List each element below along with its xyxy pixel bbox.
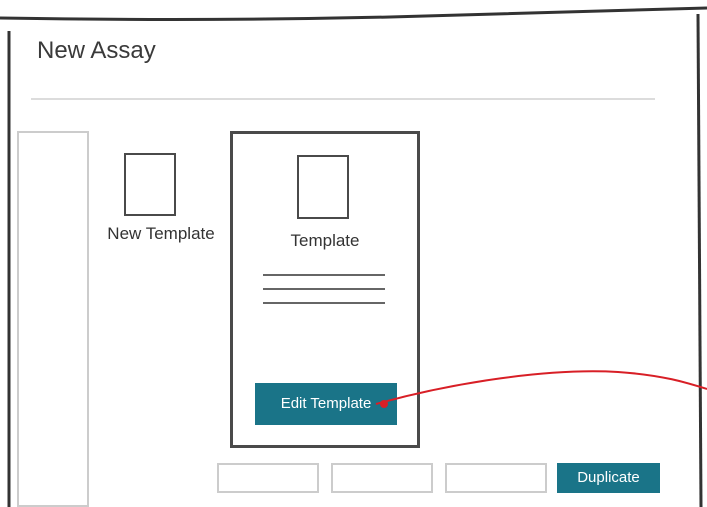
left-frame-line bbox=[6, 30, 11, 507]
document-icon bbox=[297, 155, 349, 219]
duplicate-button[interactable]: Duplicate bbox=[557, 463, 660, 493]
template-description-lines bbox=[263, 274, 385, 316]
template-line bbox=[263, 288, 385, 290]
right-frame-line bbox=[696, 13, 703, 507]
left-sidebar-panel[interactable] bbox=[17, 131, 89, 507]
bottom-action-button-2[interactable] bbox=[331, 463, 433, 493]
page-title: New Assay bbox=[37, 37, 156, 64]
template-card[interactable]: Template Edit Template bbox=[230, 131, 420, 448]
top-frame-line bbox=[0, 6, 707, 21]
template-label: Template bbox=[290, 231, 360, 250]
bottom-action-button-1[interactable] bbox=[217, 463, 319, 493]
template-line bbox=[263, 274, 385, 276]
bottom-action-button-3[interactable] bbox=[445, 463, 547, 493]
annotation-line bbox=[375, 370, 707, 405]
new-template-tile[interactable]: New Template bbox=[95, 150, 227, 252]
document-icon bbox=[124, 153, 176, 216]
edit-template-button[interactable]: Edit Template bbox=[255, 383, 397, 425]
template-line bbox=[263, 302, 385, 304]
new-template-label: New Template bbox=[107, 224, 215, 243]
title-divider bbox=[31, 98, 655, 100]
